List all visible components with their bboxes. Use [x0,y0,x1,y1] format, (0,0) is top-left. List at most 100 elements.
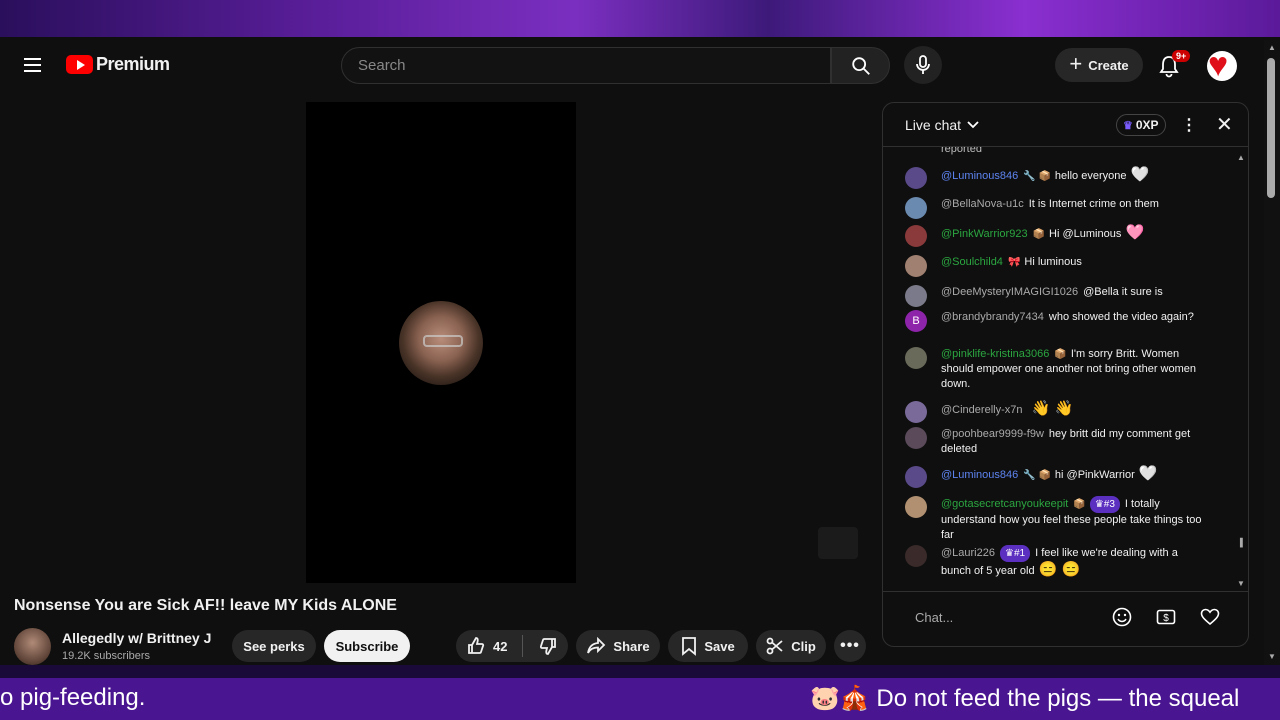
streamer-camera-circle [399,301,483,385]
chat-author-name[interactable]: @pinklife-kristina3066 [941,348,1049,360]
chat-emoji: 👋 👋 [1027,400,1074,417]
chat-scroll-down-icon[interactable]: ▼ [1237,579,1245,588]
chat-role-badge-icon: 🔧 📦 [1023,171,1051,182]
notifications-button[interactable]: 9+ [1158,50,1191,80]
chat-author-name[interactable]: @gotasecretcanyoukeepit [941,498,1068,510]
menu-icon[interactable] [20,54,46,80]
scissors-icon [766,637,783,655]
chat-author-avatar[interactable] [905,285,927,307]
chat-more-options-icon[interactable]: ⋮ [1181,115,1197,135]
chat-message: @pinklife-kristina3066 📦 I'm sorry Britt. … [905,347,1205,392]
scroll-up-arrow-icon[interactable]: ▲ [1268,43,1276,52]
chat-author-avatar[interactable] [905,225,927,247]
chat-author-avatar[interactable] [905,401,927,423]
chat-message-text: hi @PinkWarrior [1054,469,1135,481]
crown-icon: ♛ [1123,119,1133,132]
chat-rank-badge: ♛#3 [1089,496,1120,513]
chat-author-avatar[interactable] [905,197,927,219]
chat-author-name[interactable]: @Soulchild4 [941,256,1003,268]
chat-title: Live chat [905,117,962,133]
chat-author-name[interactable]: @poohbear9999-f9w [941,428,1044,440]
chat-message: @Luminous846 🔧 📦 hello everyone 🤍 [905,167,1205,189]
chat-role-badge-icon: 🔧 📦 [1023,470,1051,481]
thumbs-down-icon[interactable] [538,636,558,656]
chat-mode-dropdown[interactable]: Live chat [905,117,979,133]
share-label: Share [613,638,650,654]
chat-author-name[interactable]: @Cinderelly-x7n [941,404,1022,416]
scroll-down-arrow-icon[interactable]: ▼ [1268,652,1276,661]
super-chat-icon[interactable]: $ [1155,606,1177,628]
overlay-widget [818,527,858,559]
ticker-text-left: o pig-feeding. [0,684,146,711]
chat-author-avatar[interactable] [905,347,927,369]
notification-badge: 9+ [1172,50,1191,62]
more-horizontal-icon: ••• [840,637,860,654]
chat-author-name[interactable]: @Luminous846 [941,469,1018,481]
create-button[interactable]: + Create [1055,48,1143,82]
emoji-icon[interactable] [1111,606,1133,628]
channel-avatar[interactable] [14,628,51,665]
bookmark-icon [682,637,697,656]
clip-label: Clip [791,638,816,654]
clipped-message-text: reported [941,147,982,155]
share-icon [587,637,606,654]
live-chat-panel: Live chat ♛ 0XP ⋮ ✕ reported @Luminous84… [882,102,1249,647]
chat-author-avatar[interactable] [905,427,927,449]
page-scrollbar[interactable]: ▲ ▼ [1264,40,1280,665]
chat-message-text: who showed the video again? [1048,311,1194,323]
chat-author-avatar[interactable] [905,545,927,567]
chat-message: B @brandybrandy7434 who showed the video a… [905,310,1205,332]
chat-emoji: 🩷 [1121,224,1145,241]
video-player[interactable] [306,102,576,583]
search-button[interactable] [831,47,890,84]
chat-scroll-up-icon[interactable]: ▲ [1237,153,1245,162]
chat-author-name[interactable]: @Lauri226 [941,547,995,559]
close-icon[interactable]: ✕ [1216,112,1233,137]
chat-author-name[interactable]: @DeeMysteryIMAGIGI1026 [941,286,1078,298]
chat-message: @poohbear9999-f9w hey britt did my commen… [905,427,1205,457]
chat-author-avatar[interactable] [905,496,927,518]
see-perks-button[interactable]: See perks [232,630,316,662]
xp-badge[interactable]: ♛ 0XP [1116,114,1166,136]
more-actions-button[interactable]: ••• [834,630,866,662]
chat-emoji: 😑 😑 [1034,561,1081,578]
chat-message-text: @Bella it sure is [1083,286,1163,298]
chat-author-avatar[interactable] [905,167,927,189]
chat-message: @DeeMysteryIMAGIGI1026 @Bella it sure is [905,285,1205,307]
chat-message: @Soulchild4 🎀 Hi luminous [905,255,1205,277]
plus-icon: + [1069,51,1083,76]
search-input[interactable] [358,57,830,74]
chat-author-avatar[interactable] [905,255,927,277]
chat-message-text: Hi luminous [1024,256,1082,268]
clip-button[interactable]: Clip [756,630,826,662]
microphone-icon [916,55,930,74]
channel-name[interactable]: Allegedly w/ Brittney J [62,630,211,646]
save-button[interactable]: Save [668,630,748,662]
thumbs-up-icon[interactable] [466,636,486,656]
chat-role-badge-icon: 🎀 [1007,257,1021,268]
chat-author-avatar[interactable] [905,466,927,488]
account-avatar[interactable] [1207,51,1237,81]
chat-author-name[interactable]: @PinkWarrior923 [941,228,1028,240]
stream-overlay-top-band [0,0,1280,40]
like-dislike-group: 42 [456,630,568,662]
chat-input-placeholder: Chat... [915,609,954,625]
chat-author-avatar[interactable]: B [905,310,927,332]
chat-header: Live chat ♛ 0XP ⋮ ✕ [883,103,1248,147]
youtube-premium-logo[interactable]: Premium [66,54,170,75]
svg-text:$: $ [1163,613,1169,624]
chat-rank-badge: ♛#1 [999,545,1031,562]
chat-author-name[interactable]: @brandybrandy7434 [941,311,1044,323]
subscribe-label: Subscribe [335,638,399,654]
voice-search-button[interactable] [904,46,942,84]
subscribe-button[interactable]: Subscribe [324,630,410,662]
share-button[interactable]: Share [576,630,660,662]
chat-scroll-thumb[interactable]: ▐ [1237,538,1243,547]
chat-messages: reported @Luminous846 🔧 📦 hello everyone 🤍… [883,147,1248,591]
video-title: Nonsense You are Sick AF!! leave MY Kids… [14,597,397,614]
chat-role-badge-icon: 📦 [1032,229,1046,240]
scrollbar-thumb[interactable] [1267,58,1275,198]
chat-author-name[interactable]: @Luminous846 [941,170,1018,182]
heart-icon[interactable] [1199,606,1221,628]
chat-author-name[interactable]: @BellaNova-u1c [941,198,1024,210]
